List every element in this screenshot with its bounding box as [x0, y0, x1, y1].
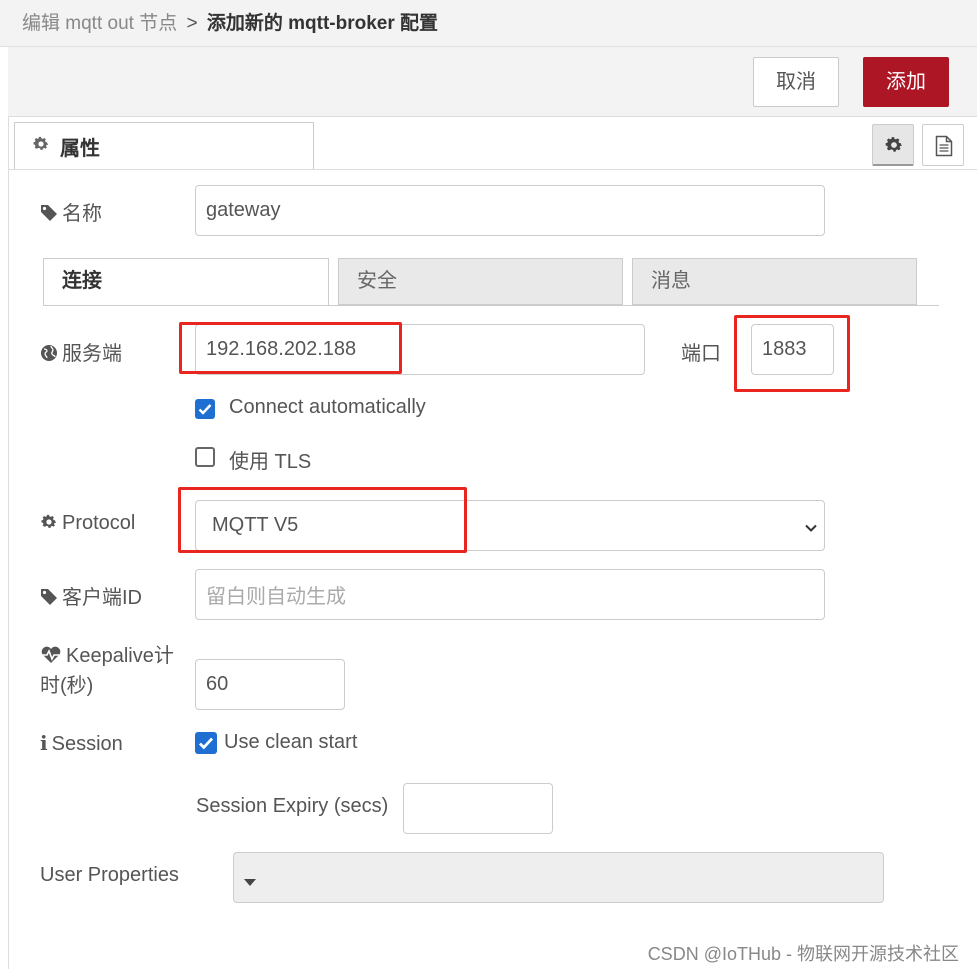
name-label: 名称	[62, 203, 102, 225]
tab-properties[interactable]	[14, 122, 314, 170]
cancel-button[interactable]: 取消	[753, 57, 839, 107]
tab-messages[interactable]: 消息	[632, 258, 917, 305]
keepalive-input-value: 60	[206, 673, 229, 695]
add-button[interactable]: 添加	[863, 57, 949, 107]
heartbeat-icon	[40, 645, 66, 667]
clean-start-label: Use clean start	[224, 731, 358, 753]
tab-baseline	[8, 169, 977, 170]
protocol-label-row: Protocol	[40, 512, 135, 535]
port-label: 端口	[681, 343, 721, 365]
breadcrumb-separator: >	[186, 13, 198, 34]
file-text-icon	[935, 135, 953, 162]
breadcrumb: 编辑 mqtt out 节点 > 添加新的 mqtt-broker 配置	[22, 8, 438, 35]
check-icon	[198, 737, 214, 750]
session-expiry-label: Session Expiry (secs)	[196, 795, 389, 817]
auto-connect-label: Connect automatically	[229, 396, 426, 418]
tab-security[interactable]: 安全	[338, 258, 623, 305]
node-description-button[interactable]	[922, 124, 964, 166]
breadcrumb-current: 添加新的 mqtt-broker 配置	[206, 13, 439, 34]
protocol-label: Protocol	[62, 512, 136, 534]
client-id-placeholder: 留白则自动生成	[206, 586, 346, 608]
server-label: 服务端	[62, 343, 122, 365]
tls-checkbox[interactable]	[195, 447, 215, 467]
client-id-label-row: 客户端ID	[40, 581, 142, 610]
name-input-value: gateway	[206, 199, 281, 221]
name-input[interactable]: gateway	[195, 185, 825, 236]
gear-icon	[40, 512, 62, 534]
highlight-box-port	[734, 315, 850, 392]
watermark: CSDN @IoTHub - 物联网开源技术社区	[647, 944, 959, 964]
breadcrumb-parent[interactable]: 编辑 mqtt out 节点	[22, 13, 177, 34]
info-icon: i	[40, 731, 48, 755]
keepalive-label-line1: Keepalive计	[66, 645, 174, 667]
caret-down-icon	[244, 874, 256, 892]
client-id-label: 客户端ID	[62, 587, 142, 609]
keepalive-input[interactable]: 60	[195, 659, 345, 710]
name-label-row: 名称	[40, 197, 102, 226]
user-properties-field[interactable]	[233, 852, 884, 903]
auto-connect-checkbox[interactable]	[195, 399, 215, 419]
keepalive-label-line2: 时(秒)	[40, 675, 94, 697]
server-label-row: 服务端	[40, 337, 122, 366]
session-label: Session	[51, 733, 123, 755]
tls-label: 使用 TLS	[229, 451, 312, 473]
tag-icon	[40, 587, 62, 609]
keepalive-label-row: Keepalive计 时(秒)	[40, 641, 174, 701]
highlight-box-server	[179, 322, 402, 374]
session-expiry-input[interactable]	[403, 783, 553, 834]
tab-connection[interactable]: 连接	[43, 258, 329, 306]
clean-start-checkbox[interactable]	[195, 732, 217, 754]
node-settings-button[interactable]	[872, 124, 914, 166]
check-icon	[198, 404, 212, 415]
user-properties-label: User Properties	[40, 864, 179, 886]
tag-icon	[40, 203, 62, 225]
globe-icon	[40, 343, 62, 365]
highlight-box-protocol	[178, 487, 467, 553]
gear-icon	[884, 135, 904, 160]
session-label-row: i Session	[40, 731, 123, 756]
tab-properties-label: 属性	[60, 138, 100, 160]
client-id-input[interactable]: 留白则自动生成	[195, 569, 825, 620]
gear-icon	[32, 135, 50, 158]
inner-tab-baseline	[43, 305, 939, 306]
chevron-down-icon	[804, 518, 818, 541]
